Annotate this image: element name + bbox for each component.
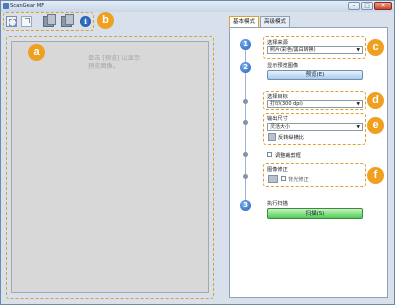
- image-correction-label: 图像修正: [267, 167, 288, 173]
- tab-advanced-mode[interactable]: 高级模式: [260, 16, 291, 27]
- preview-button[interactable]: 预览(E): [267, 70, 363, 80]
- run-scan-label: 执行扫描: [267, 201, 288, 207]
- preview-section-label: 显示预览图像: [267, 63, 299, 69]
- crop-dot: [243, 152, 248, 157]
- mode-tabs: 基本模式 高级模式: [229, 16, 291, 28]
- correction-image-icon: [268, 175, 278, 183]
- backlight-label: 背光修正: [288, 177, 309, 183]
- title-bar: ScanGear MF – □ ✕: [1, 1, 394, 12]
- destination-dot: [243, 99, 248, 104]
- output-size-select[interactable]: 灵活大小 ▼: [267, 123, 363, 131]
- scan-button[interactable]: 扫描(S): [267, 208, 363, 219]
- callout-c: c: [367, 39, 384, 56]
- adjust-crop-icon[interactable]: [267, 152, 272, 157]
- callout-d: d: [367, 92, 384, 109]
- invert-aspect-icon[interactable]: [268, 133, 276, 141]
- callout-f: f: [367, 167, 384, 184]
- callout-b: b: [97, 12, 114, 29]
- maximize-button[interactable]: □: [361, 2, 373, 10]
- window-title: ScanGear MF: [10, 3, 45, 9]
- preview-hint: 单击 [预览] 以显示 预览图像。: [88, 55, 141, 70]
- step-three-badge: 3: [240, 200, 251, 211]
- destination-select-value: 打印(300 dpi): [270, 101, 303, 107]
- close-icon: ✕: [380, 3, 386, 9]
- preview-area[interactable]: [11, 41, 209, 293]
- callout-e: e: [367, 117, 384, 134]
- toolbar: i: [3, 12, 95, 31]
- multi-copy-icon[interactable]: [61, 14, 74, 27]
- chevron-down-icon: ▼: [356, 48, 360, 53]
- callout-a: a: [28, 44, 45, 61]
- chevron-down-icon: ▼: [356, 102, 360, 107]
- select-source-label: 选择来源: [267, 40, 288, 46]
- app-icon: [3, 3, 9, 9]
- output-size-dot: [243, 120, 248, 125]
- chevron-down-icon: ▼: [356, 125, 360, 130]
- step-one-badge: 1: [240, 39, 251, 50]
- destination-label: 选择目标: [267, 94, 288, 100]
- destination-select[interactable]: 打印(300 dpi) ▼: [267, 100, 363, 108]
- backlight-checkbox[interactable]: [281, 176, 286, 181]
- output-size-label: 输出尺寸: [267, 116, 288, 122]
- crop-icon[interactable]: [6, 16, 17, 27]
- info-icon[interactable]: i: [80, 16, 91, 27]
- correction-dot: [243, 174, 248, 179]
- invert-aspect-label: 反转纵横比: [278, 135, 304, 141]
- output-size-select-value: 灵活大小: [270, 124, 291, 130]
- source-select-value: 照片(彩色/黑白转换): [270, 47, 316, 53]
- adjust-crop-label: 调整裁剪框: [275, 153, 301, 159]
- copy-icon[interactable]: [43, 14, 56, 27]
- maximize-icon: □: [364, 3, 370, 9]
- minimize-icon: –: [352, 3, 356, 9]
- step-two-badge: 2: [240, 62, 251, 73]
- close-button[interactable]: ✕: [374, 2, 392, 10]
- rotate-icon[interactable]: [21, 16, 32, 27]
- minimize-button[interactable]: –: [348, 2, 360, 10]
- source-select[interactable]: 照片(彩色/黑白转换) ▼: [267, 46, 363, 54]
